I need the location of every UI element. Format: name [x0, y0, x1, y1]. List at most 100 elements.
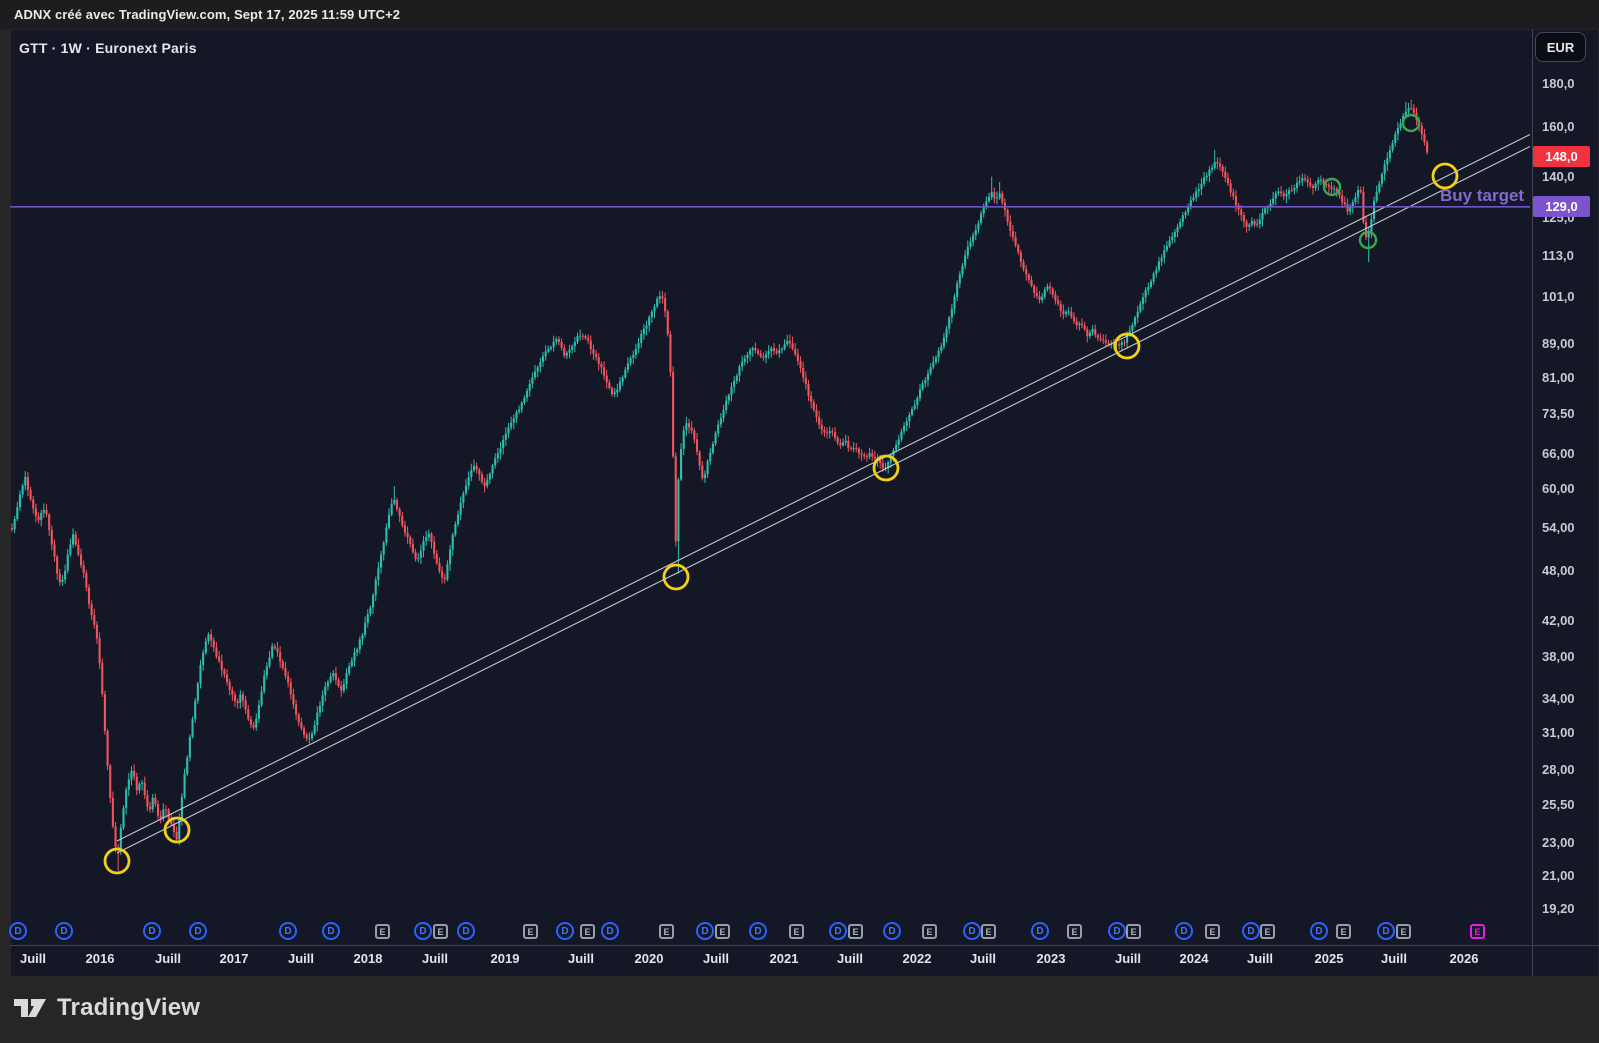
- buy-target-label[interactable]: Buy target: [1440, 186, 1524, 206]
- dividend-badge[interactable]: D: [1242, 922, 1260, 940]
- candle: [242, 691, 244, 707]
- dividend-badge[interactable]: D: [189, 922, 207, 940]
- candle: [608, 379, 610, 389]
- upcoming-earnings-badge[interactable]: E: [1470, 924, 1485, 939]
- candle: [308, 732, 310, 743]
- earnings-badge[interactable]: E: [1336, 924, 1351, 939]
- candle: [420, 545, 422, 564]
- candle: [234, 692, 236, 707]
- time-axis-label: Juill: [703, 951, 729, 966]
- earnings-badge[interactable]: E: [375, 924, 390, 939]
- candle: [377, 562, 379, 586]
- candle: [356, 647, 358, 656]
- trend-channel[interactable]: [117, 135, 1530, 854]
- candle: [237, 699, 239, 709]
- earnings-badge[interactable]: E: [789, 924, 804, 939]
- price-axis-label: 31,00: [1542, 725, 1575, 740]
- trend-channel-upper-line[interactable]: [117, 135, 1530, 842]
- dividend-badge[interactable]: D: [696, 922, 714, 940]
- earnings-badge[interactable]: E: [922, 924, 937, 939]
- candle: [553, 336, 555, 352]
- candle: [226, 669, 228, 685]
- earnings-badge[interactable]: E: [1067, 924, 1082, 939]
- trendline-touch-circle[interactable]: [1433, 164, 1457, 188]
- dividend-badge[interactable]: D: [9, 922, 27, 940]
- candle: [1296, 177, 1298, 193]
- candle: [757, 349, 759, 356]
- earnings-badge[interactable]: E: [848, 924, 863, 939]
- dividend-badge[interactable]: D: [1108, 922, 1126, 940]
- candle: [45, 504, 47, 517]
- dividend-badge[interactable]: D: [829, 922, 847, 940]
- candle: [1038, 291, 1040, 303]
- dividend-badge[interactable]: D: [749, 922, 767, 940]
- candle: [1049, 282, 1051, 294]
- candle: [1288, 187, 1290, 199]
- candle: [27, 472, 29, 496]
- candle: [1373, 197, 1375, 223]
- dividend-badge[interactable]: D: [55, 922, 73, 940]
- dividend-badge[interactable]: D: [1310, 922, 1328, 940]
- candle: [1206, 173, 1208, 181]
- candle: [359, 636, 361, 653]
- earnings-badge[interactable]: E: [523, 924, 538, 939]
- candle: [1033, 284, 1035, 298]
- candle: [462, 491, 464, 508]
- earnings-badge[interactable]: E: [580, 924, 595, 939]
- candle: [1145, 287, 1147, 303]
- candle: [1293, 185, 1295, 195]
- dividend-badge[interactable]: D: [556, 922, 574, 940]
- earnings-badge[interactable]: E: [981, 924, 996, 939]
- candle: [494, 453, 496, 468]
- price-chart[interactable]: [0, 0, 1599, 1043]
- candle: [537, 365, 539, 377]
- earnings-badge[interactable]: E: [433, 924, 448, 939]
- dividend-badge[interactable]: D: [279, 922, 297, 940]
- trendline-touch-circles[interactable]: [105, 164, 1457, 873]
- candle: [975, 225, 977, 241]
- candle: [486, 474, 488, 488]
- candle: [898, 435, 900, 449]
- candle: [728, 393, 730, 404]
- candle: [1179, 218, 1181, 229]
- currency-button[interactable]: EUR: [1535, 32, 1586, 62]
- earnings-badge[interactable]: E: [659, 924, 674, 939]
- candle: [72, 528, 74, 547]
- tradingview-logo[interactable]: TradingView: [12, 993, 200, 1023]
- candle: [1426, 140, 1428, 154]
- candle: [704, 471, 706, 483]
- dividend-badge[interactable]: D: [883, 922, 901, 940]
- earnings-badge[interactable]: E: [1396, 924, 1411, 939]
- trend-channel-lower-line[interactable]: [117, 147, 1530, 854]
- candle: [526, 388, 528, 402]
- candle: [1261, 208, 1263, 226]
- candle: [685, 417, 687, 436]
- dividend-badge[interactable]: D: [322, 922, 340, 940]
- candle: [1248, 223, 1250, 231]
- candle: [842, 438, 844, 447]
- trendline-touch-circle[interactable]: [664, 565, 688, 589]
- candle: [1198, 183, 1200, 197]
- earnings-badge[interactable]: E: [1126, 924, 1141, 939]
- dividend-badge[interactable]: D: [1175, 922, 1193, 940]
- candle: [345, 668, 347, 689]
- dividend-badge[interactable]: D: [1031, 922, 1049, 940]
- dividend-badge[interactable]: D: [143, 922, 161, 940]
- earnings-badge[interactable]: E: [715, 924, 730, 939]
- dividend-badge[interactable]: D: [1377, 922, 1395, 940]
- earnings-badge[interactable]: E: [1205, 924, 1220, 939]
- candle: [1277, 188, 1279, 196]
- dividend-badge[interactable]: D: [601, 922, 619, 940]
- candle: [261, 686, 263, 707]
- earnings-badge[interactable]: E: [1260, 924, 1275, 939]
- dividend-badge[interactable]: D: [414, 922, 432, 940]
- dividend-badge[interactable]: D: [457, 922, 475, 940]
- dividend-badge[interactable]: D: [963, 922, 981, 940]
- candle: [659, 291, 661, 303]
- candle: [1216, 157, 1218, 169]
- candle: [43, 503, 45, 517]
- candle: [324, 682, 326, 701]
- candle: [152, 794, 154, 812]
- candle: [207, 632, 209, 644]
- candle: [1065, 310, 1067, 317]
